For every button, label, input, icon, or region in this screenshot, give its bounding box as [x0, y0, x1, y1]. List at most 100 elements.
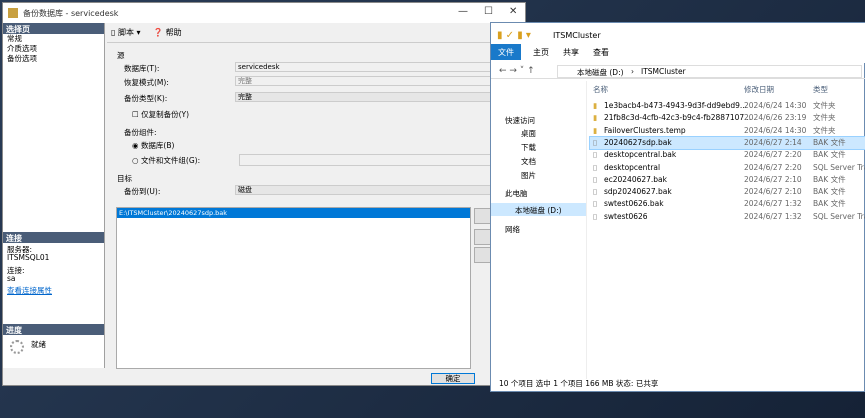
back-forward-icon[interactable]: ← → ˅ ↑	[499, 66, 535, 76]
destination-list[interactable]: E:\ITSMCluster\20240627sdp.bak	[116, 207, 471, 369]
file-date: 2024/6/27 2:10	[744, 174, 802, 184]
nav-desktop[interactable]: 桌面	[521, 128, 536, 139]
recovery-model-label: 恢复模式(M):	[124, 78, 169, 87]
file-date: 2024/6/26 23:19	[744, 113, 807, 123]
backup-database-dialog: 备份数据库 - servicedesk — ☐ ✕ 选择页 常规 介质选项 备份…	[2, 2, 527, 386]
file-type: BAK 文件	[813, 187, 846, 197]
help-icon[interactable]: ❓	[153, 28, 163, 37]
nav-network[interactable]: 网络	[505, 224, 520, 235]
nav-this-pc[interactable]: 此电脑	[505, 188, 528, 199]
tab-home[interactable]: 主页	[533, 47, 549, 58]
backup-to-select[interactable]: 磁盘	[235, 185, 525, 195]
file-icon: ▯	[593, 150, 598, 160]
file-row[interactable]: ▯ swtest0626 2024/6/27 1:32 SQL Server Tra	[590, 211, 865, 223]
file-name: desktopcentral.bak	[604, 150, 677, 160]
ok-button[interactable]: 确定	[431, 373, 475, 384]
minimize-button[interactable]: —	[458, 6, 468, 17]
ribbon: ▮ ✓ ▮ ▾ ITSMCluster 文件 主页 共享 查看	[491, 23, 865, 63]
select-page-header: 选择页	[3, 23, 104, 34]
database-label: 数据库(T):	[124, 64, 160, 73]
file-date: 2024/6/27 2:20	[744, 150, 802, 160]
folder-icon: ▮	[593, 125, 598, 135]
file-row[interactable]: ▮ 21fb8c3d-4cfb-42c3-b9c4-fb2887107... 202…	[590, 112, 865, 124]
file-name: ec20240627.bak	[604, 174, 667, 184]
database-select[interactable]: servicedesk	[235, 62, 525, 72]
file-list: 名称 修改日期 类型 ▮ 1e3bacb4-b473-4943-9d3f-dd9e…	[589, 81, 865, 379]
file-date: 2024/6/27 2:20	[744, 162, 802, 172]
file-name: FailoverClusters.temp	[604, 125, 686, 135]
file-row[interactable]: ▯ 20240627sdp.bak 2024/6/27 2:14 BAK 文件	[589, 135, 865, 150]
file-row[interactable]: ▯ sdp20240627.bak 2024/6/27 2:10 BAK 文件	[590, 186, 865, 198]
nav-downloads[interactable]: 下载	[521, 142, 536, 153]
file-name: desktopcentral	[604, 162, 661, 172]
file-row[interactable]: ▯ ec20240627.bak 2024/6/27 2:10 BAK 文件	[590, 174, 865, 186]
progress-status: 就绪	[31, 340, 46, 349]
file-type: BAK 文件	[813, 150, 846, 160]
file-type: BAK 文件	[813, 137, 846, 147]
file-name: sdp20240627.bak	[604, 187, 672, 197]
file-date: 2024/6/27 1:32	[744, 199, 802, 209]
file-name: swtest0626	[604, 211, 648, 221]
file-icon: ▯	[593, 187, 598, 197]
app-icon	[8, 8, 18, 18]
main-panel: ▯ 脚本 ▾ ❓ 帮助 源 数据库(T): servicedesk 恢复模式(M…	[107, 23, 527, 369]
maximize-button[interactable]: ☐	[484, 6, 493, 17]
script-button[interactable]: ▯ 脚本 ▾	[111, 28, 141, 37]
window-title: 备份数据库 - servicedesk	[23, 9, 119, 18]
component-database-radio[interactable]: ◉ 数据库(B)	[132, 140, 174, 151]
folder-icon: ▮	[593, 113, 598, 123]
tab-share[interactable]: 共享	[563, 47, 579, 58]
server-value: ITSMSQL01	[7, 253, 50, 262]
progress-header: 进度	[3, 324, 104, 335]
file-row[interactable]: ▯ swtest0626.bak 2024/6/27 1:32 BAK 文件	[590, 198, 865, 210]
view-connection-properties-link[interactable]: 查看连接属性	[3, 286, 56, 296]
help-button[interactable]: 帮助	[166, 28, 182, 37]
file-date: 2024/6/27 1:32	[744, 211, 802, 221]
nav-quick-access[interactable]: 快速访问	[505, 115, 535, 126]
nav-documents[interactable]: 文档	[521, 156, 536, 167]
component-files-radio[interactable]: ○ 文件和文件组(G):	[132, 155, 200, 166]
file-type: 文件夹	[813, 113, 836, 123]
tab-view[interactable]: 查看	[593, 47, 609, 58]
file-name: 21fb8c3d-4cfb-42c3-b9c4-fb2887107...	[604, 113, 752, 123]
recovery-model-value: 完整	[235, 76, 525, 86]
file-date: 2024/6/27 2:10	[744, 187, 802, 197]
file-icon: ▯	[593, 211, 598, 221]
backup-type-label: 备份类型(K):	[124, 94, 168, 103]
file-date: 2024/6/24 14:30	[744, 125, 807, 135]
explorer-title: ITSMCluster	[553, 31, 601, 40]
filegroups-field[interactable]	[239, 154, 525, 166]
file-row[interactable]: ▯ desktopcentral.bak 2024/6/27 2:20 BAK 文件	[590, 149, 865, 161]
path-segment-folder[interactable]: ITSMCluster	[641, 67, 686, 76]
column-name[interactable]: 名称	[593, 84, 608, 95]
column-date[interactable]: 修改日期	[744, 84, 774, 95]
file-type: 文件夹	[813, 101, 836, 110]
column-type[interactable]: 类型	[813, 84, 828, 95]
file-row[interactable]: ▯ desktopcentral 2024/6/27 2:20 SQL Server …	[590, 162, 865, 174]
title-bar: 备份数据库 - servicedesk — ☐ ✕	[3, 3, 525, 23]
file-icon: ▯	[593, 174, 598, 184]
close-button[interactable]: ✕	[509, 6, 517, 17]
file-icon: ▯	[593, 199, 598, 209]
nav-local-disk[interactable]: 本地磁盘 (D:)	[491, 203, 586, 216]
page-general[interactable]: 常规	[3, 34, 104, 44]
file-date: 2024/6/24 14:30	[744, 101, 807, 110]
path-segment-drive[interactable]: 本地磁盘 (D:)	[577, 67, 624, 78]
file-name: 1e3bacb4-b473-4943-9d3f-dd9ebd9...	[604, 101, 748, 110]
connection-value: sa	[7, 274, 16, 283]
page-media-options[interactable]: 介质选项	[3, 44, 104, 54]
file-row[interactable]: ▮ FailoverClusters.temp 2024/6/24 14:30 文件夹	[590, 125, 865, 137]
file-type: BAK 文件	[813, 174, 846, 184]
tab-file[interactable]: 文件	[491, 44, 521, 60]
file-type: SQL Server Tra	[813, 211, 865, 221]
backup-type-select[interactable]: 完整	[235, 92, 525, 102]
destination-item[interactable]: E:\ITSMCluster\20240627sdp.bak	[117, 208, 470, 218]
connection-header: 连接	[3, 232, 104, 243]
file-row[interactable]: ▮ 1e3bacb4-b473-4943-9d3f-dd9ebd9... 2024/…	[590, 100, 865, 112]
copy-only-checkbox[interactable]: ☐ 仅复制备份(Y)	[132, 109, 189, 120]
page-backup-options[interactable]: 备份选项	[3, 54, 104, 64]
nav-pictures[interactable]: 图片	[521, 170, 536, 181]
file-icon: ▯	[593, 162, 598, 172]
backup-to-label: 备份到(U):	[124, 187, 161, 196]
folder-icon: ▮	[593, 101, 598, 110]
